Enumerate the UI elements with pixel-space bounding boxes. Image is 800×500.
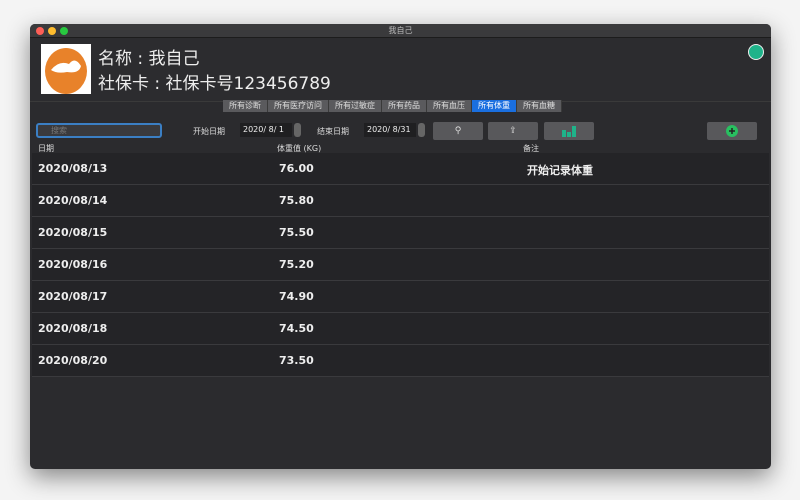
title-bar: 我自己	[30, 24, 771, 38]
search-button[interactable]: ⚲	[433, 122, 483, 140]
tab-visits[interactable]: 所有医疗访问	[268, 100, 329, 112]
minimize-button[interactable]	[48, 27, 56, 35]
chart-button[interactable]	[544, 122, 594, 140]
end-date-field[interactable]: 2020/ 8/31	[364, 123, 416, 137]
cell-weight: 75.20	[279, 258, 314, 271]
cell-weight: 75.80	[279, 194, 314, 207]
cell-note: 开始记录体重	[527, 164, 593, 177]
table-row[interactable]: 2020/08/14 75.80	[32, 185, 769, 217]
start-date-label: 开始日期	[193, 127, 225, 136]
avatar-face-icon	[45, 48, 87, 94]
app-window: 我自己 名称 : 我自己 社保卡 : 社保卡号123456789 所有诊断 所有…	[30, 24, 771, 469]
cell-date: 2020/08/20	[38, 354, 108, 367]
cell-date: 2020/08/17	[38, 290, 108, 303]
bar-chart-icon	[562, 126, 576, 137]
table-row[interactable]: 2020/08/18 74.50	[32, 313, 769, 345]
table-row[interactable]: 2020/08/15 75.50	[32, 217, 769, 249]
end-date-label: 结束日期	[317, 127, 349, 136]
start-date-field[interactable]: 2020/ 8/ 1	[240, 123, 292, 137]
cell-weight: 74.50	[279, 322, 314, 335]
table-row[interactable]: 2020/08/17 74.90	[32, 281, 769, 313]
user-icon[interactable]	[748, 44, 764, 60]
cell-weight: 75.50	[279, 226, 314, 239]
tab-weight[interactable]: 所有体重	[472, 100, 517, 112]
search-icon: ⚲	[454, 126, 462, 136]
cell-weight: 73.50	[279, 354, 314, 367]
table-row[interactable]: 2020/08/16 75.20	[32, 249, 769, 281]
cell-date: 2020/08/16	[38, 258, 108, 271]
profile-card: 社保卡 : 社保卡号123456789	[98, 74, 331, 94]
weight-table: 2020/08/13 76.00 开始记录体重 2020/08/14 75.80 2020…	[32, 153, 769, 377]
cell-weight: 76.00	[279, 162, 314, 175]
cell-date: 2020/08/14	[38, 194, 108, 207]
add-button[interactable]	[707, 122, 757, 140]
zoom-button[interactable]	[60, 27, 68, 35]
close-button[interactable]	[36, 27, 44, 35]
table-row[interactable]: 2020/08/13 76.00 开始记录体重	[32, 153, 769, 185]
share-icon: ⇪	[509, 126, 517, 136]
share-button[interactable]: ⇪	[488, 122, 538, 140]
table-row[interactable]: 2020/08/20 73.50	[32, 345, 769, 377]
window-title: 我自己	[388, 26, 413, 35]
profile-header: 名称 : 我自己 社保卡 : 社保卡号123456789	[30, 38, 771, 102]
plus-circle-icon	[726, 125, 738, 137]
tab-diagnoses[interactable]: 所有诊断	[223, 100, 268, 112]
tab-medicines[interactable]: 所有药品	[382, 100, 427, 112]
start-date-stepper[interactable]	[294, 123, 301, 137]
toolbar: 搜索 开始日期 2020/ 8/ 1 结束日期 2020/ 8/31 ⚲ ⇪	[30, 122, 771, 141]
cell-weight: 74.90	[279, 290, 314, 303]
tab-allergies[interactable]: 所有过敏症	[329, 100, 382, 112]
tab-blood-pressure[interactable]: 所有血压	[427, 100, 472, 112]
profile-avatar	[41, 44, 91, 94]
cell-date: 2020/08/15	[38, 226, 108, 239]
tab-blood-sugar[interactable]: 所有血糖	[517, 100, 562, 112]
tab-bar: 所有诊断 所有医疗访问 所有过敏症 所有药品 所有血压 所有体重 所有血糖	[223, 100, 562, 112]
search-input[interactable]: 搜索	[36, 123, 162, 138]
profile-name: 名称 : 我自己	[98, 49, 200, 69]
cell-date: 2020/08/18	[38, 322, 108, 335]
cell-date: 2020/08/13	[38, 162, 108, 175]
end-date-stepper[interactable]	[418, 123, 425, 137]
